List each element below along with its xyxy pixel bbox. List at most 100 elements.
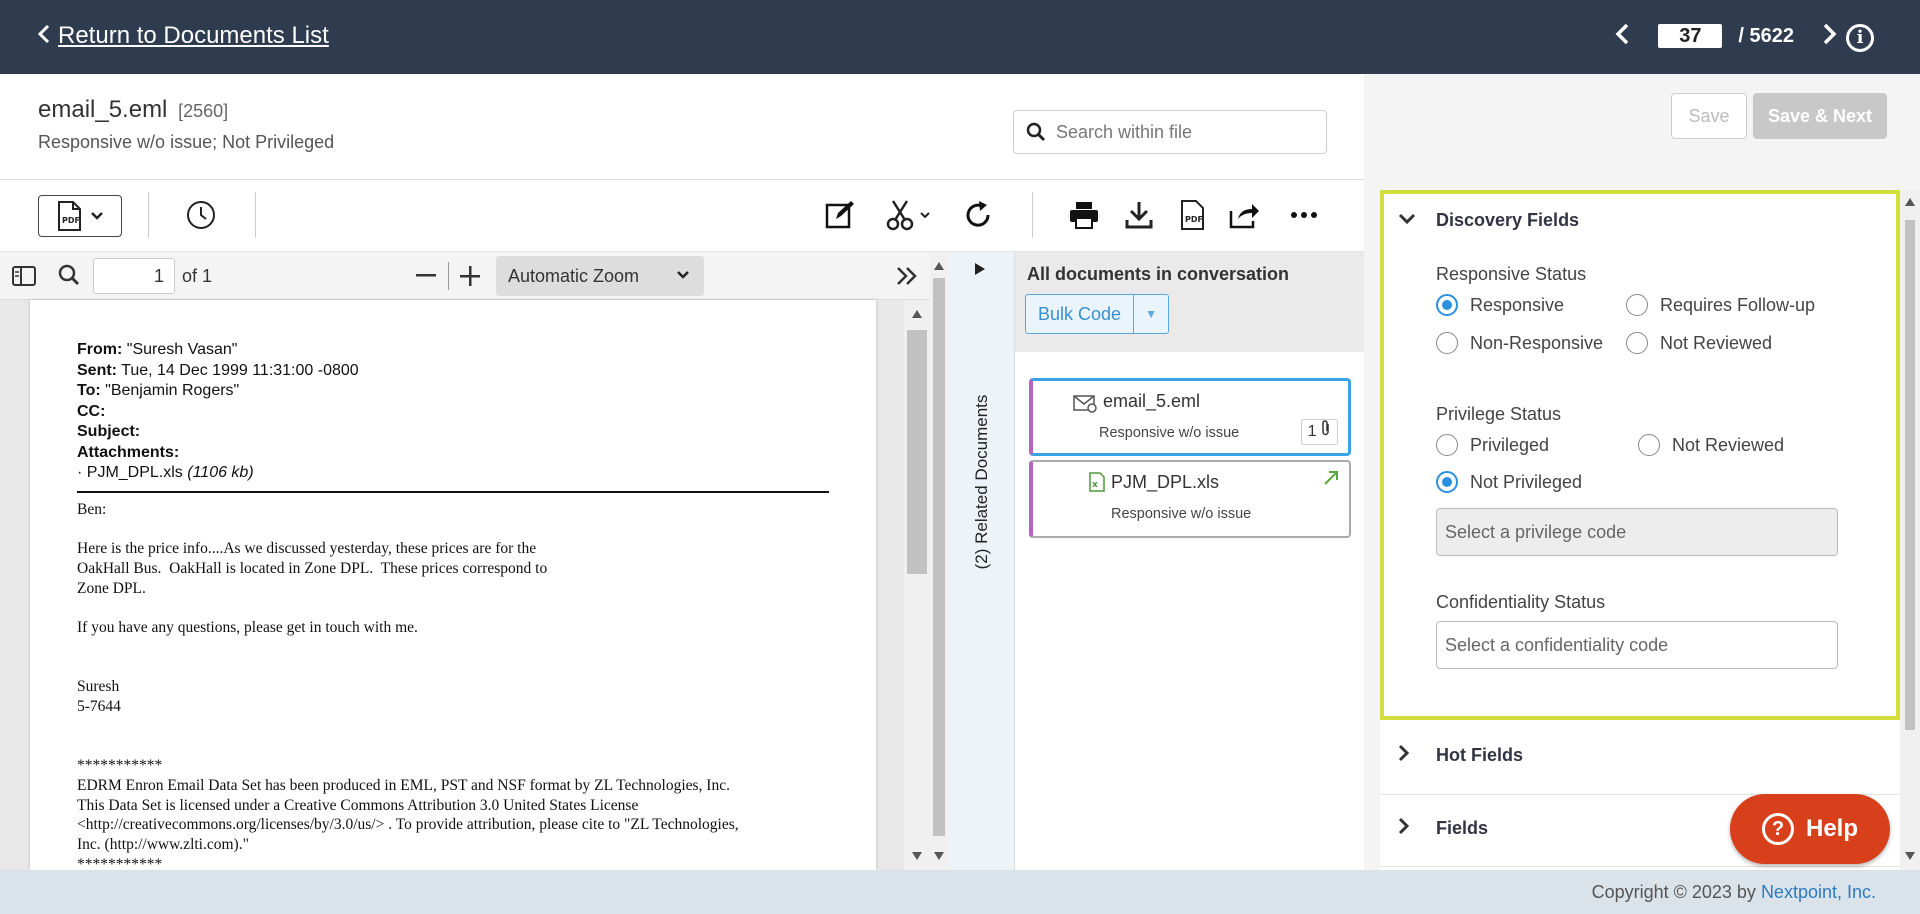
pdf-view-dropdown[interactable]: PDF bbox=[38, 195, 122, 237]
conversation-doc-xls[interactable]: x PJM_DPL.xls Responsive w/o issue bbox=[1029, 460, 1351, 538]
scroll-down-icon[interactable] bbox=[1905, 852, 1915, 860]
document-filename: email_5.eml bbox=[38, 96, 168, 123]
radio-dot bbox=[1436, 434, 1458, 456]
info-icon[interactable]: i bbox=[1846, 24, 1874, 52]
print-button[interactable] bbox=[1066, 194, 1102, 236]
zoom-select[interactable]: Automatic Zoom bbox=[496, 256, 704, 296]
radio-not-privileged[interactable]: Not Privileged bbox=[1436, 471, 1582, 493]
save-button[interactable]: Save bbox=[1671, 93, 1747, 139]
download-button[interactable] bbox=[1121, 194, 1157, 236]
toolbar-divider bbox=[255, 192, 256, 238]
open-external-icon[interactable] bbox=[1323, 470, 1339, 491]
radio-label: Not Privileged bbox=[1470, 471, 1583, 492]
annotate-button[interactable] bbox=[820, 194, 860, 236]
history-button[interactable] bbox=[180, 194, 222, 236]
top-bar: Return to Documents List 37 / 5622 i bbox=[0, 0, 1920, 74]
discovery-fields-header[interactable]: Discovery Fields bbox=[1398, 210, 1579, 231]
chevron-down-icon bbox=[1398, 212, 1418, 230]
scroll-up-icon[interactable] bbox=[912, 310, 922, 318]
document-pager: 37 / 5622 bbox=[1602, 18, 1850, 54]
email-sent: Tue, 14 Dec 1999 11:31:00 -0800 bbox=[121, 361, 359, 379]
coding-scrollbar[interactable] bbox=[1900, 190, 1920, 870]
previous-document-icon[interactable] bbox=[1602, 18, 1642, 54]
export-pdf-button[interactable]: PDF bbox=[1174, 194, 1210, 236]
attachments-label: Attachments: bbox=[77, 443, 180, 461]
conversation-doc-email[interactable]: email_5.eml Responsive w/o issue 1 bbox=[1029, 378, 1351, 456]
radio-responsive-not-reviewed[interactable]: Not Reviewed bbox=[1626, 332, 1772, 354]
conversation-doc-name: PJM_DPL.xls bbox=[1111, 472, 1220, 492]
fields-header[interactable]: Fields bbox=[1398, 817, 1488, 840]
confidentiality-code-select[interactable]: Select a confidentiality code bbox=[1436, 621, 1838, 669]
help-button[interactable]: ? Help bbox=[1730, 794, 1890, 864]
footer-copyright: Copyright © 2023 by Nextpoint, Inc. bbox=[1592, 882, 1876, 903]
radio-dot bbox=[1436, 332, 1458, 354]
more-options-button[interactable] bbox=[1286, 194, 1322, 236]
expand-arrow-icon[interactable] bbox=[974, 262, 986, 276]
radio-dot bbox=[1626, 294, 1648, 316]
pdf-file-icon: PDF bbox=[1181, 200, 1204, 230]
radio-dot bbox=[1436, 294, 1458, 316]
zoom-value: Automatic Zoom bbox=[508, 266, 640, 286]
save-and-next-button[interactable]: Save & Next bbox=[1753, 93, 1887, 139]
return-to-documents-link[interactable]: Return to Documents List bbox=[37, 22, 329, 50]
next-document-icon[interactable] bbox=[1810, 18, 1850, 54]
radio-responsive[interactable]: Responsive bbox=[1436, 294, 1564, 316]
brand-link[interactable]: Nextpoint, Inc. bbox=[1761, 882, 1876, 902]
bulk-code-label[interactable]: Bulk Code bbox=[1026, 295, 1135, 333]
document-title: email_5.eml [2560] bbox=[38, 96, 228, 124]
copyright-text: Copyright © 2023 by bbox=[1591, 882, 1761, 902]
svg-text:PDF: PDF bbox=[1185, 215, 1203, 224]
viewer-scrollbar[interactable] bbox=[930, 252, 948, 870]
current-document-number[interactable]: 37 bbox=[1658, 24, 1723, 48]
radio-dot bbox=[1638, 434, 1660, 456]
scroll-down-icon[interactable] bbox=[934, 852, 944, 860]
email-to: "Benjamin Rogers" bbox=[105, 382, 240, 399]
responsive-status-label: Responsive Status bbox=[1436, 264, 1587, 284]
fields-title: Fields bbox=[1436, 818, 1489, 838]
radio-label: Responsive bbox=[1470, 294, 1565, 315]
sidebar-toggle-icon[interactable] bbox=[12, 266, 36, 286]
pdf-scrollbar[interactable] bbox=[904, 300, 930, 870]
scroll-up-icon[interactable] bbox=[934, 262, 944, 270]
viewer-scrollbar-thumb[interactable] bbox=[933, 278, 945, 836]
privilege-code-select[interactable]: Select a privilege code bbox=[1436, 508, 1838, 556]
pdf-page-number-input[interactable]: 1 bbox=[93, 258, 175, 294]
search-within-file[interactable] bbox=[1013, 110, 1327, 154]
caret-down-icon[interactable]: ▼ bbox=[1134, 295, 1168, 333]
toolbar-divider bbox=[1032, 192, 1033, 238]
hot-fields-header[interactable]: Hot Fields bbox=[1398, 744, 1523, 767]
scroll-up-icon[interactable] bbox=[1905, 198, 1915, 206]
zoom-out-icon[interactable] bbox=[416, 274, 436, 278]
radio-label: Requires Follow-up bbox=[1660, 294, 1816, 315]
share-button[interactable] bbox=[1226, 194, 1262, 236]
radio-non-responsive[interactable]: Non-Responsive bbox=[1436, 332, 1603, 354]
radio-label: Not Reviewed bbox=[1672, 434, 1785, 455]
scroll-down-icon[interactable] bbox=[912, 852, 922, 860]
search-icon[interactable] bbox=[58, 264, 80, 286]
conversation-title: All documents in conversation bbox=[1027, 264, 1290, 284]
radio-privilege-not-reviewed[interactable]: Not Reviewed bbox=[1638, 434, 1784, 456]
coding-scrollbar-thumb[interactable] bbox=[1905, 220, 1915, 730]
related-documents-label[interactable]: (2) Related Documents bbox=[972, 382, 992, 582]
radio-label: Non-Responsive bbox=[1470, 332, 1604, 353]
radio-privileged[interactable]: Privileged bbox=[1436, 434, 1549, 456]
double-chevron-right-icon[interactable] bbox=[896, 266, 918, 286]
conversation-doc-name: email_5.eml bbox=[1103, 391, 1201, 411]
privilege-status-label: Privilege Status bbox=[1436, 404, 1562, 424]
pdf-scrollbar-thumb[interactable] bbox=[907, 330, 927, 574]
conversation-header: All documents in conversation Bulk Code … bbox=[1015, 252, 1365, 352]
attachment-count-badge[interactable]: 1 bbox=[1300, 419, 1338, 445]
refresh-button[interactable] bbox=[958, 194, 998, 236]
radio-requires-follow-up[interactable]: Requires Follow-up bbox=[1626, 294, 1815, 316]
chevron-right-icon bbox=[1398, 744, 1418, 767]
pdf-viewer-toolbar: 1 of 1 Automatic Zoom bbox=[0, 252, 930, 300]
bulk-code-button[interactable]: Bulk Code ▼ bbox=[1025, 294, 1170, 334]
scissors-icon bbox=[886, 200, 914, 231]
help-label: Help bbox=[1805, 815, 1858, 842]
from-label: From: bbox=[77, 341, 123, 358]
email-divider bbox=[77, 491, 829, 493]
radio-label: Privileged bbox=[1470, 434, 1550, 455]
search-input[interactable] bbox=[1056, 121, 1316, 143]
zoom-in-icon[interactable] bbox=[460, 266, 480, 286]
redact-button[interactable] bbox=[882, 194, 934, 236]
